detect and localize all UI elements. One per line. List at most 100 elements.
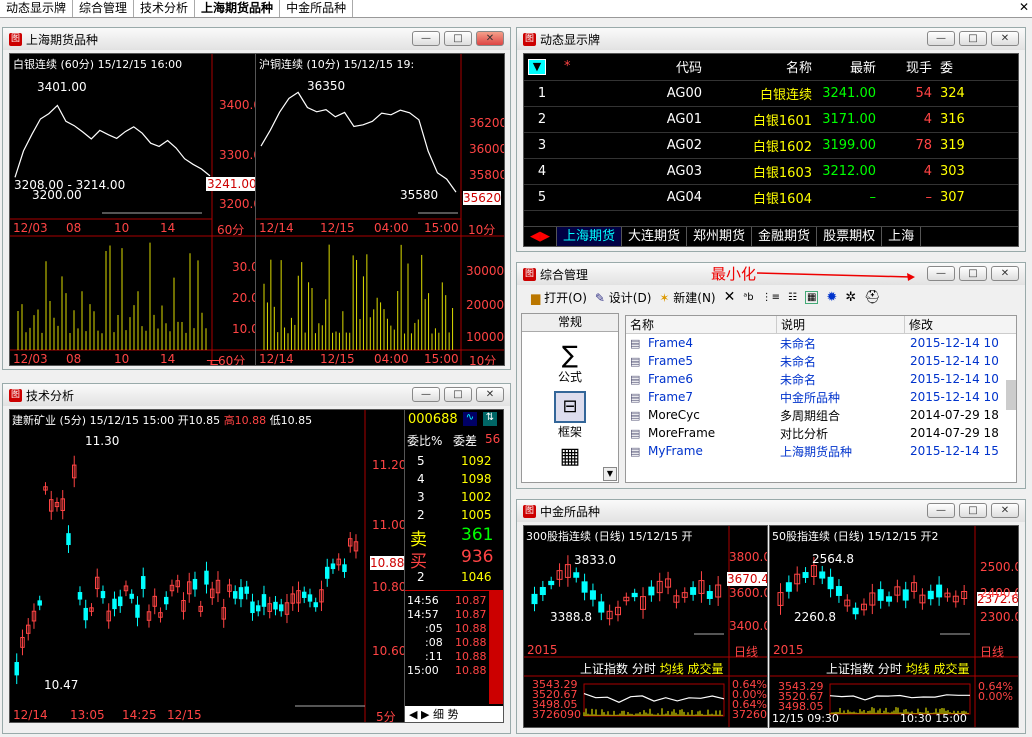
maximize-button[interactable]: □ (959, 266, 987, 281)
scroll-down-icon[interactable]: ▼ (603, 467, 617, 481)
sub-x-label: 12/15 09:30 (772, 712, 839, 725)
tick-label: 11.20 (372, 458, 406, 472)
table-cell: 白银1604 (706, 184, 816, 211)
list-item[interactable]: ▤ Frame6 未命名 2015-12-14 10 (626, 370, 1016, 388)
minimize-button[interactable]: — (927, 503, 955, 518)
scrollbar[interactable] (489, 590, 503, 704)
sidebar-item-formula[interactable]: ∑ 公式 (522, 342, 618, 385)
close-button[interactable]: ✕ (991, 266, 1019, 281)
minimize-button[interactable]: — (412, 387, 440, 402)
tech-chart-panel[interactable]: 建新矿业 (5分) 15/12/15 15:00 开10.85 高10.88 低… (9, 409, 406, 723)
tab-technical[interactable]: 技术分析 (134, 0, 196, 17)
last-price-label: 35620 (463, 191, 502, 205)
close-icon[interactable]: ✕ (1019, 0, 1029, 14)
new-button[interactable]: ✶ 新建(N) (659, 289, 715, 306)
grid-icon[interactable]: ▦ (522, 444, 618, 469)
market-tab[interactable]: 上海期货 (557, 227, 623, 246)
list-item[interactable]: ▤ Frame4 未命名 2015-12-14 10 (626, 334, 1016, 352)
gear-icon[interactable]: ✲ (845, 290, 856, 305)
maximize-button[interactable]: □ (444, 31, 472, 46)
list-view-icon[interactable]: ☷ (788, 292, 797, 303)
scroll-left-icon[interactable]: ◀ (409, 708, 417, 721)
market-tab[interactable]: 股票期权 (817, 227, 883, 246)
market-tab[interactable]: 上海 (882, 227, 922, 246)
col-last[interactable]: 最新 (816, 54, 880, 81)
col-bid[interactable]: 委 (936, 54, 1018, 81)
hs300-chart-panel[interactable]: 300股指连续 (日线) 15/12/15 开 3833.0 3388.8 36… (523, 525, 768, 728)
minimize-button[interactable]: — (927, 266, 955, 281)
list-item[interactable]: ▤ Frame7 中金所品种 2015-12-14 10 (626, 388, 1016, 406)
tab-management[interactable]: 综合管理 (73, 0, 135, 17)
table-row[interactable]: 4 AG03 白银1603 3212.00 4 303 (524, 158, 1018, 185)
tree-view-icon[interactable]: ⋮≡ (762, 292, 780, 303)
table-row[interactable]: 2 AG01 白银1601 3171.00 4 316 (524, 106, 1018, 133)
table-row[interactable]: 3 AG02 白银1602 3199.00 78 319 (524, 132, 1018, 159)
list-item[interactable]: ▤ MoreFrame 对比分析 2014-07-29 18 (626, 424, 1016, 442)
maximize-button[interactable]: □ (959, 503, 987, 518)
col-name[interactable]: 名称 (706, 54, 816, 81)
detail-view-icon[interactable]: ▦ (804, 290, 819, 304)
col-modified[interactable]: 修改 (904, 316, 1004, 333)
table-cell (560, 80, 596, 107)
table-row[interactable]: 1 AG00 白银连续 3241.00 54 324 (524, 80, 1018, 107)
list-cell: Frame6 (648, 372, 694, 386)
col-volume[interactable]: 现手 (880, 54, 936, 81)
list-item[interactable]: ▤ MyFrame 上海期货品种 2015-12-14 15 (626, 442, 1016, 460)
table-cell: 4 (524, 158, 560, 185)
sidebar-item-frame[interactable]: ⊟ 框架 (522, 391, 618, 440)
chart-type-icon[interactable]: ∿ (463, 412, 477, 426)
close-button[interactable]: ✕ (991, 503, 1019, 518)
sort-icon[interactable]: ᵃb (743, 292, 753, 303)
high-label: 36350 (307, 79, 346, 93)
col-desc[interactable]: 说明 (776, 316, 904, 333)
dropdown-icon[interactable]: ▼ (528, 58, 546, 75)
maximize-button[interactable]: □ (959, 31, 987, 46)
close-button[interactable]: ✕ (476, 31, 504, 46)
settings-icon[interactable]: ✹ (826, 290, 837, 305)
market-tab[interactable]: 大连期货 (622, 227, 688, 246)
close-button[interactable]: ✕ (991, 31, 1019, 46)
candle-body (256, 605, 261, 612)
tab-scroll-icon[interactable]: ◀▶ (524, 227, 557, 246)
folder-icon: ▆ (531, 290, 541, 305)
col-code[interactable]: 代码 (596, 54, 706, 81)
delete-icon[interactable]: ✕ (724, 289, 736, 305)
help-icon[interactable]: ⛑ (864, 290, 881, 305)
sz50-chart-panel[interactable]: 50股指连续 (日线) 15/12/15 开2 2564.8 2260.8 23… (769, 525, 1019, 728)
list-cell: 多周期组合 (780, 408, 841, 423)
candle-body (238, 587, 244, 600)
market-tab[interactable]: 郑州期货 (687, 227, 753, 246)
list-item[interactable]: ▤ Frame5 未命名 2015-12-14 10 (626, 352, 1016, 370)
tab-dynamic[interactable]: 动态显示牌 (0, 0, 74, 17)
candle-body (313, 602, 318, 608)
tab-shfe[interactable]: 上海期货品种 (195, 0, 281, 17)
copper-chart-panel[interactable]: 沪铜连续 (10分) 15/12/15 19: 36350 35580 3562… (255, 53, 505, 366)
trend-tab[interactable]: 势 (447, 708, 458, 721)
price-line (829, 694, 970, 701)
design-button[interactable]: ✎ 设计(D) (595, 289, 652, 306)
scrollbar-thumb[interactable] (1006, 380, 1016, 410)
list-item[interactable]: ▤ MoreCyc 多周期组合 2014-07-29 18 (626, 406, 1016, 424)
x-label: 12/14 (259, 221, 294, 235)
buy-label: 买 (410, 552, 427, 572)
silver-chart-panel[interactable]: 白银连续 (60分) 15/12/15 16:00 3401.00 3208.0… (9, 53, 256, 366)
minimize-button[interactable]: — (927, 31, 955, 46)
col-name[interactable]: 名称 (626, 316, 776, 333)
market-tab[interactable]: 金融期货 (752, 227, 818, 246)
frame-file-icon: ▤ (630, 408, 641, 422)
detail-tab[interactable]: 细 (433, 708, 444, 721)
close-button[interactable]: ✕ (476, 387, 504, 402)
tab-cffex[interactable]: 中金所品种 (280, 0, 354, 17)
minimize-button[interactable]: — (412, 31, 440, 46)
stock-code[interactable]: 000688 (408, 412, 458, 427)
switch-icon[interactable]: ⇅ (483, 412, 497, 426)
candle-body (233, 591, 238, 599)
maximize-button[interactable]: □ (444, 387, 472, 402)
trade-price: 10.87 (455, 608, 487, 621)
table-row[interactable]: 5 AG04 白银1604– –307 (524, 184, 1018, 211)
price-line (260, 91, 457, 193)
market-tabs: ◀▶ 上海期货 大连期货 郑州期货 金融期货 股票期权 上海 (524, 226, 1018, 246)
open-button[interactable]: ▆ 打开(O) (531, 289, 587, 306)
candle-body (118, 596, 123, 607)
scroll-right-icon[interactable]: ▶ (421, 708, 429, 721)
